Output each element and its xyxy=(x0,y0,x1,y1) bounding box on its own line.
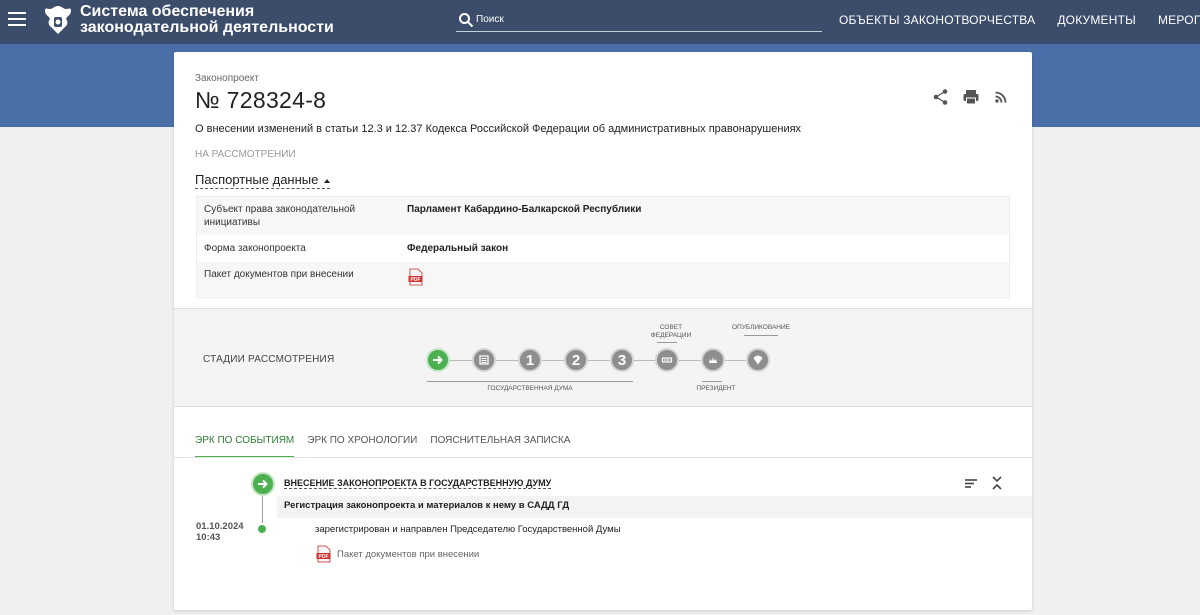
event-document-link[interactable]: PDF Пакет документов при внесении xyxy=(315,545,479,563)
site-title-line2: законодательной деятельности xyxy=(80,19,334,36)
president-bracket xyxy=(702,381,722,382)
passport-key: Субъект права законодательной инициативы xyxy=(204,204,356,228)
passport-value: Парламент Кабардино-Балкарской Республик… xyxy=(407,204,642,215)
collapse-icon[interactable] xyxy=(990,475,1004,491)
menu-icon[interactable] xyxy=(8,12,26,28)
emblem-icon xyxy=(753,355,763,365)
passport-toggle-label: Паспортные данные xyxy=(195,172,319,187)
search-box xyxy=(456,10,822,32)
site-title[interactable]: Система обеспечения законодательной деят… xyxy=(80,4,334,36)
passport-value: Федеральный закон xyxy=(407,243,509,254)
council-bracket xyxy=(657,342,677,343)
duma-bracket xyxy=(427,381,633,382)
president-icon xyxy=(709,357,717,363)
nav-events[interactable]: МЕРОПРИЯТИЯ xyxy=(1158,13,1200,27)
rss-icon[interactable] xyxy=(992,88,1010,106)
document-icon xyxy=(479,355,489,365)
nav-lawmaking-objects[interactable]: ОБЪЕКТЫ ЗАКОНОТВОРЧЕСТВА xyxy=(839,13,1035,27)
event-stage-icon xyxy=(251,472,275,496)
bill-card: Законопроект № 728324-8 О внесении измен… xyxy=(174,52,1032,610)
stage-third-reading[interactable]: 3 xyxy=(610,348,634,372)
passport-row: Субъект права законодательной инициативы… xyxy=(197,197,1009,236)
event-datetime: 01.10.2024 10:43 xyxy=(196,521,244,543)
bill-status: НА РАССМОТРЕНИИ xyxy=(195,149,296,160)
bill-label: Законопроект xyxy=(195,73,259,84)
passport-key: Пакет документов при внесении xyxy=(204,269,354,280)
stage-second-reading[interactable]: 2 xyxy=(564,348,588,372)
event-title[interactable]: ВНЕСЕНИЕ ЗАКОНОПРОЕКТА В ГОСУДАРСТВЕННУЮ… xyxy=(284,478,552,489)
stage-introduction[interactable] xyxy=(426,348,450,372)
share-icon[interactable] xyxy=(932,88,950,106)
event-document-label: Пакет документов при внесении xyxy=(337,548,480,560)
stage-president[interactable] xyxy=(701,348,725,372)
tab-events[interactable]: ЭРК ПО СОБЫТИЯМ xyxy=(195,435,295,458)
stage-first-reading[interactable]: 1 xyxy=(518,348,542,372)
tabs: ЭРК ПО СОБЫТИЯМ ЭРК ПО ХРОНОЛОГИИ ПОЯСНИ… xyxy=(195,435,570,458)
stage-federation-council[interactable] xyxy=(655,348,679,372)
label-state-duma: ГОСУДАРСТВЕННАЯ ДУМА xyxy=(487,385,573,392)
passport-toggle[interactable]: Паспортные данные xyxy=(195,172,331,189)
nav-documents[interactable]: ДОКУМЕНТЫ xyxy=(1057,13,1136,27)
tab-chronology[interactable]: ЭРК ПО ХРОНОЛОГИИ xyxy=(307,435,417,458)
search-input[interactable] xyxy=(476,10,816,28)
event-text: зарегистрирован и направлен Председателю… xyxy=(315,524,621,535)
passport-row: Форма законопроекта Федеральный закон xyxy=(197,236,1009,262)
arrow-right-icon xyxy=(433,355,443,365)
stages-panel: СТАДИИ РАССМОТРЕНИЯ 1 2 3 СОВЕТ ФЕДЕРАЦИ… xyxy=(174,308,1032,407)
sort-icon[interactable] xyxy=(964,475,978,491)
event-subtitle: Регистрация законопроекта и материалов к… xyxy=(277,496,1032,518)
event-tools xyxy=(964,475,1004,491)
label-publication: ОПУБЛИКОВАНИЕ xyxy=(732,324,790,331)
pdf-icon[interactable]: PDF xyxy=(407,268,425,286)
top-bar: Система обеспечения законодательной деят… xyxy=(0,0,1200,44)
stages-title: СТАДИИ РАССМОТРЕНИЯ xyxy=(203,354,335,365)
svg-text:PDF: PDF xyxy=(319,554,329,560)
stage-preliminary[interactable] xyxy=(472,348,496,372)
search-icon[interactable] xyxy=(458,12,474,28)
arrow-right-icon xyxy=(258,479,268,489)
caret-up-icon xyxy=(324,178,331,183)
passport-row: Пакет документов при внесении PDF xyxy=(197,262,1009,297)
main-nav: ОБЪЕКТЫ ЗАКОНОТВОРЧЕСТВА ДОКУМЕНТЫ МЕРОП… xyxy=(839,13,1200,27)
emblem-icon[interactable] xyxy=(42,3,74,37)
site-title-line1: Система обеспечения xyxy=(80,3,255,20)
stage-publication[interactable] xyxy=(746,348,770,372)
event-time: 10:43 xyxy=(196,532,221,543)
event-date: 01.10.2024 xyxy=(196,521,244,532)
label-president: ПРЕЗИДЕНТ xyxy=(696,385,736,392)
passport-table: Субъект права законодательной инициативы… xyxy=(196,196,1010,298)
print-icon[interactable] xyxy=(962,88,980,106)
label-federation-council: СОВЕТ ФЕДЕРАЦИИ xyxy=(650,324,692,339)
tab-explanatory-note[interactable]: ПОЯСНИТЕЛЬНАЯ ЗАПИСКА xyxy=(430,435,570,458)
passport-value: PDF xyxy=(407,268,425,290)
publication-bracket xyxy=(744,335,778,336)
council-icon xyxy=(661,357,673,363)
timeline-dot xyxy=(256,523,268,535)
bill-number: № 728324-8 xyxy=(195,87,327,113)
tabs-divider xyxy=(174,457,1032,458)
bill-actions xyxy=(932,88,1010,106)
pdf-icon: PDF xyxy=(315,545,333,563)
passport-key: Форма законопроекта xyxy=(204,243,306,254)
bill-title: О внесении изменений в статьи 12.3 и 12.… xyxy=(195,123,802,135)
svg-text:PDF: PDF xyxy=(411,277,421,283)
